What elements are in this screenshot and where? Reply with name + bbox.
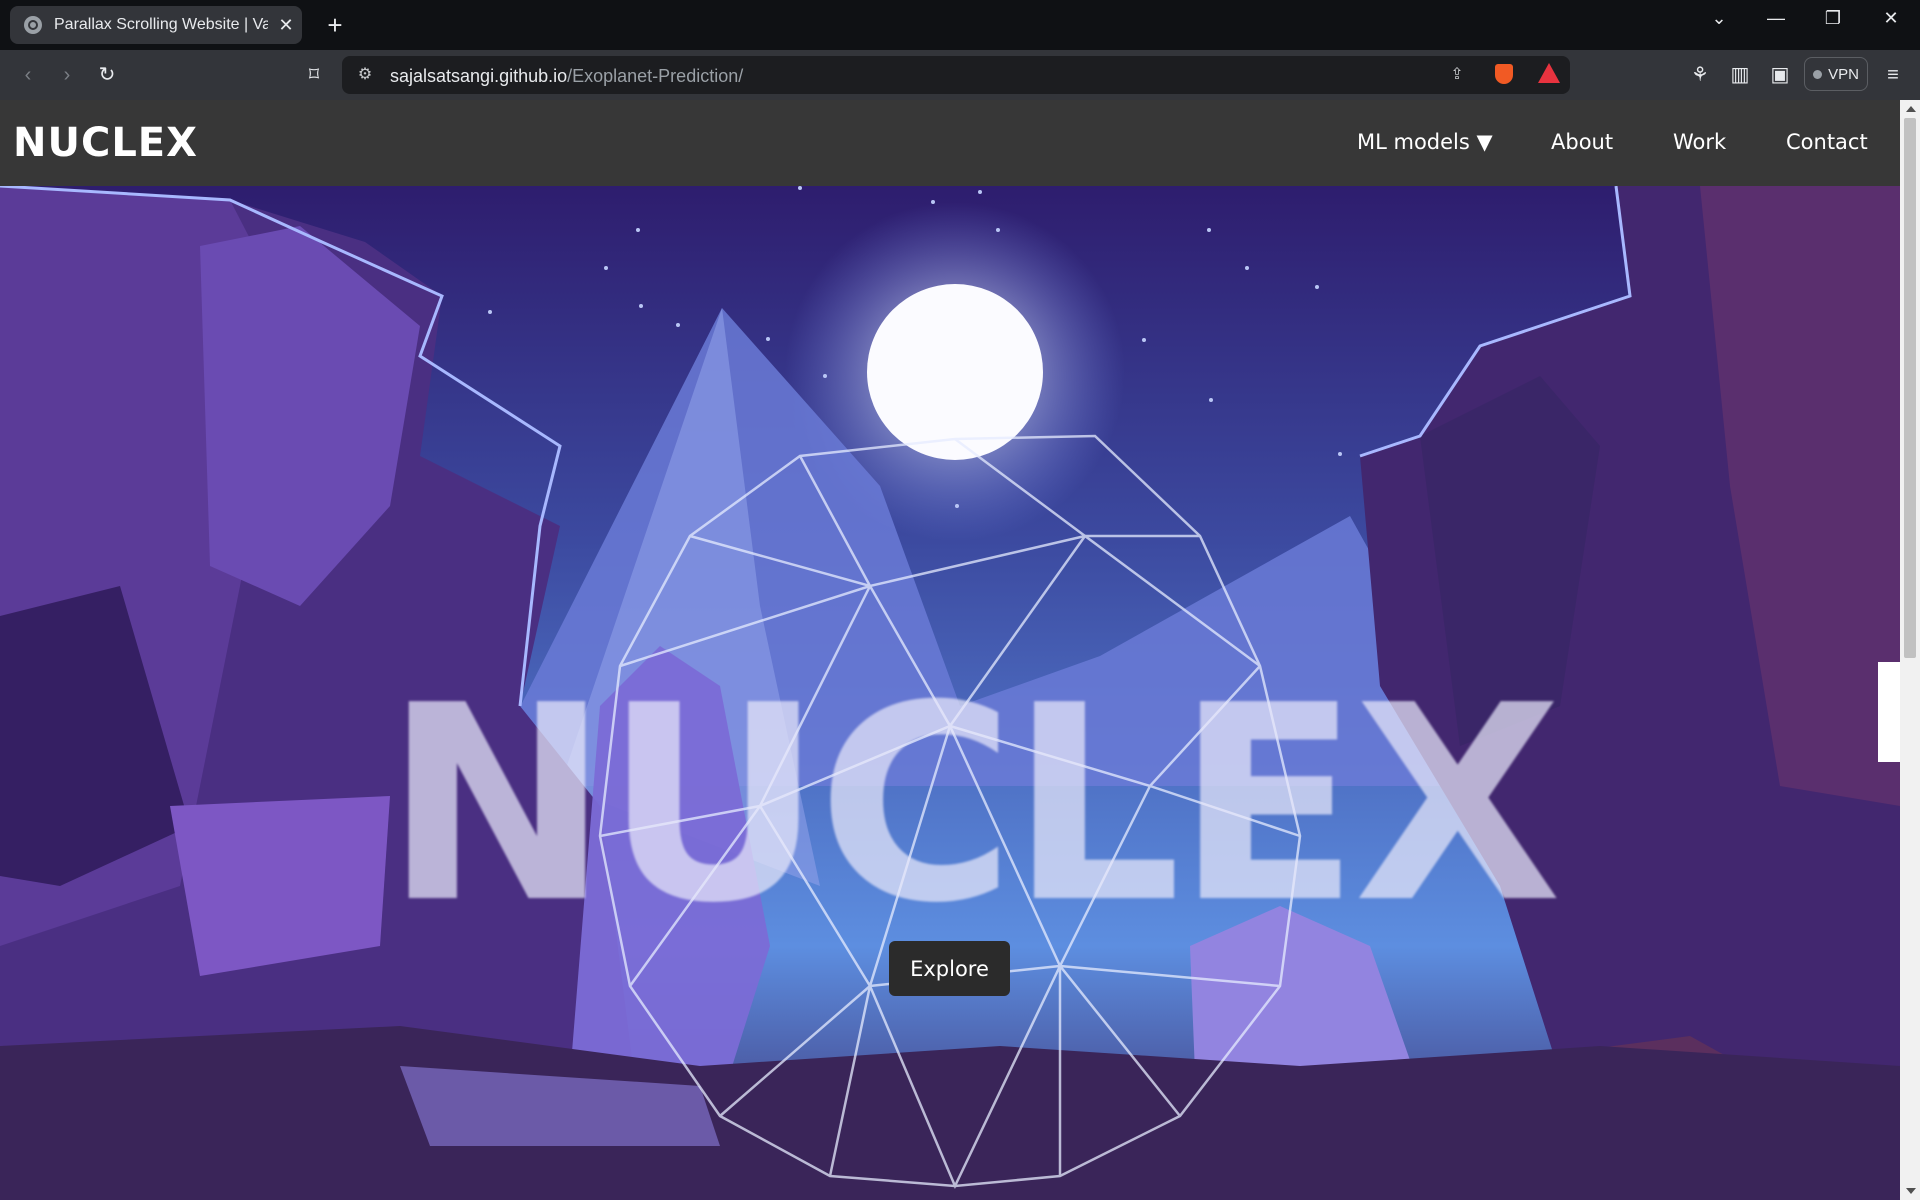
url-path: /Exoplanet-Prediction/	[567, 66, 744, 86]
browser-tab[interactable]: Parallax Scrolling Website | Vanil ✕	[10, 6, 302, 44]
hero-title: NUCLEX	[383, 647, 1562, 962]
url-host: sajalsatsangi.github.io	[390, 66, 568, 86]
forward-icon[interactable]: ›	[53, 61, 81, 89]
address-bar[interactable]: ⚙ sajalsatsangi.github.io/Exoplanet-Pred…	[342, 56, 1570, 94]
brave-rewards-icon[interactable]	[1538, 63, 1560, 83]
menu-icon[interactable]: ≡	[1879, 61, 1907, 89]
browser-toolbar: ‹ › ↻ ⌑ ⚙ sajalsatsangi.github.io/Exopla…	[0, 50, 1920, 100]
wallet-icon[interactable]: ▣	[1766, 61, 1794, 89]
bookmark-icon[interactable]: ⌑	[300, 61, 328, 89]
site-info-icon[interactable]: ⚙	[354, 64, 376, 86]
share-icon[interactable]: ⇪	[1446, 64, 1468, 86]
browser-tab-bar: Parallax Scrolling Website | Vanil ✕ + ⌄…	[0, 0, 1920, 50]
vpn-button[interactable]: VPN	[1804, 57, 1868, 91]
url-text[interactable]: sajalsatsangi.github.io/Exoplanet-Predic…	[390, 66, 743, 87]
scroll-thumb[interactable]	[1904, 118, 1916, 658]
site-header: NUCLEX ML models ▼ About Work Contact	[0, 100, 1900, 186]
brave-shields-icon[interactable]	[1495, 64, 1513, 84]
scroll-down-icon[interactable]	[1906, 1188, 1916, 1194]
close-tab-icon[interactable]: ✕	[276, 15, 296, 36]
web-page: NUCLEX ML models ▼ About Work Contact NU…	[0, 100, 1900, 1200]
minimize-icon[interactable]: —	[1756, 8, 1796, 29]
vpn-label: VPN	[1828, 65, 1859, 83]
scroll-up-icon[interactable]	[1906, 106, 1916, 112]
reload-icon[interactable]: ↻	[93, 61, 121, 89]
nav-contact[interactable]: Contact	[1786, 130, 1868, 154]
vpn-status-icon	[1813, 69, 1823, 79]
nav-ml-models[interactable]: ML models ▼	[1357, 130, 1493, 154]
nav-work[interactable]: Work	[1673, 130, 1726, 154]
globe-icon	[24, 16, 42, 34]
sidebar-icon[interactable]: ▥	[1726, 61, 1754, 89]
restore-icon[interactable]: ❐	[1813, 8, 1853, 29]
explore-button[interactable]: Explore	[889, 941, 1010, 996]
back-icon[interactable]: ‹	[14, 61, 42, 89]
extensions-icon[interactable]: ⚘	[1686, 61, 1714, 89]
tab-search-icon[interactable]: ⌄	[1699, 8, 1739, 29]
moon	[867, 284, 1043, 460]
close-window-icon[interactable]: ✕	[1871, 8, 1911, 29]
side-tab[interactable]	[1878, 662, 1900, 762]
nav-about[interactable]: About	[1551, 130, 1613, 154]
tab-title: Parallax Scrolling Website | Vanil	[54, 16, 268, 33]
site-logo[interactable]: NUCLEX	[13, 120, 198, 166]
new-tab-button[interactable]: +	[320, 10, 350, 40]
